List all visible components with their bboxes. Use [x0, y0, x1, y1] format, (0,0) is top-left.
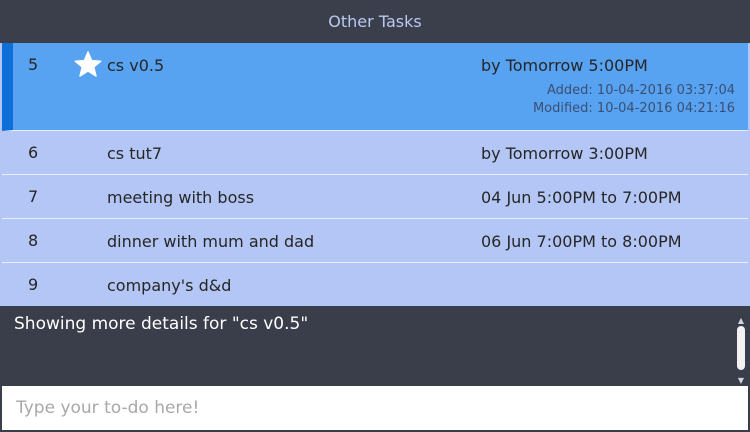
star-icon — [72, 49, 104, 81]
task-title: company's d&d — [107, 276, 232, 295]
task-time: by Tomorrow 3:00PM — [481, 144, 648, 163]
task-time: by Tomorrow 5:00PM — [481, 56, 648, 75]
task-number: 8 — [28, 231, 39, 250]
task-row[interactable]: 9 company's d&d — [2, 263, 748, 306]
details-text: Showing more details for "cs v0.5" — [14, 314, 309, 334]
task-title: dinner with mum and dad — [107, 232, 315, 251]
task-number: 9 — [28, 275, 39, 294]
input-bar — [0, 385, 750, 432]
task-row[interactable]: 8 dinner with mum and dad 06 Jun 7:00PM … — [2, 219, 748, 263]
details-scrollbar[interactable]: ▲ ▼ — [736, 317, 746, 385]
task-number: 7 — [28, 187, 39, 206]
header: Other Tasks — [0, 0, 750, 43]
task-row[interactable]: 7 meeting with boss 04 Jun 5:00PM to 7:0… — [2, 175, 748, 219]
task-time: 04 Jun 5:00PM to 7:00PM — [481, 188, 682, 207]
task-time: 06 Jun 7:00PM to 8:00PM — [481, 232, 682, 251]
task-row[interactable]: 5 cs v0.5 by Tomorrow 5:00PM Added: 10-0… — [2, 43, 748, 131]
details-panel: Showing more details for "cs v0.5" ▲ ▼ — [0, 306, 750, 385]
scroll-down-arrow-icon[interactable]: ▼ — [736, 377, 746, 385]
task-modified: Modified: 10-04-2016 04:21:16 — [532, 101, 735, 116]
task-row[interactable]: 6 cs tut7 by Tomorrow 3:00PM — [2, 131, 748, 175]
scroll-thumb[interactable] — [737, 326, 745, 370]
task-list[interactable]: 5 cs v0.5 by Tomorrow 5:00PM Added: 10-0… — [0, 43, 750, 306]
task-title: meeting with boss — [107, 188, 255, 207]
task-title: cs v0.5 — [107, 56, 165, 75]
task-number: 5 — [28, 55, 39, 74]
task-title: cs tut7 — [107, 144, 163, 163]
task-added: Added: 10-04-2016 03:37:04 — [547, 83, 735, 98]
scroll-up-arrow-icon[interactable]: ▲ — [736, 317, 746, 325]
task-number: 6 — [28, 143, 39, 162]
header-title: Other Tasks — [328, 12, 422, 31]
todo-input[interactable] — [2, 386, 748, 430]
